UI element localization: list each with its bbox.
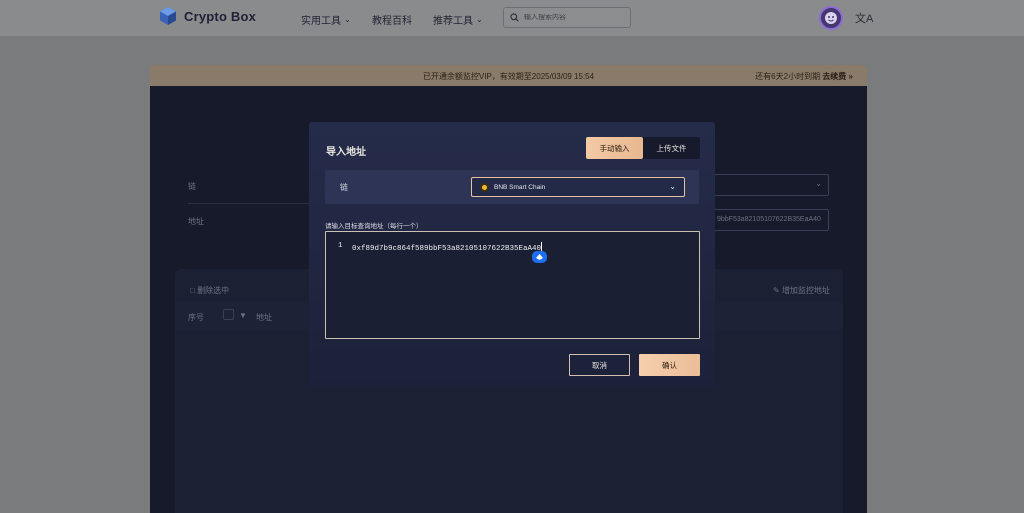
col-index: 序号: [188, 313, 204, 322]
bg-address-value: 9bbF53a82105107622B35EaA40: [717, 216, 821, 223]
address-textarea[interactable]: 1 0xf89d7b9c864f589bbF53a82105107622B35E…: [325, 231, 700, 339]
chain-select[interactable]: BNB Smart Chain ⌄: [471, 177, 685, 197]
assistant-badge-icon[interactable]: [532, 251, 547, 263]
line-number: 1: [338, 242, 343, 250]
address-line: 0xf89d7b9c864f589bbF53a82105107622B35EaA…: [352, 242, 543, 253]
search-input[interactable]: [524, 14, 624, 21]
top-nav: Crypto Box 实用工具 ⌄ 教程百科 推荐工具 ⌄ 文A: [0, 0, 1024, 36]
address-line-text: 0xf89d7b9c864f589bbF53a82105107622B35EaA…: [352, 245, 542, 253]
nav-item-label: 推荐工具: [433, 16, 473, 27]
chevron-down-icon: ⌄: [669, 182, 676, 191]
input-mode-tabs: 手动输入 上传文件: [586, 137, 700, 159]
select-all-checkbox[interactable]: [223, 309, 234, 320]
double-arrow-icon: »: [848, 72, 853, 81]
col-address: 地址: [256, 313, 272, 322]
caret-down-icon[interactable]: ▼: [239, 311, 247, 320]
nav-item-tutorials[interactable]: 教程百科: [372, 12, 412, 27]
chevron-down-icon: ⌄: [815, 179, 822, 188]
chevron-down-icon: ⌄: [344, 15, 351, 24]
logo-icon: [158, 6, 178, 26]
confirm-button[interactable]: 确认: [639, 354, 700, 376]
edit-icon: ✎: [773, 286, 780, 295]
logo[interactable]: Crypto Box: [158, 6, 256, 26]
divider: [188, 203, 318, 204]
bg-address-input[interactable]: 9bbF53a82105107622B35EaA40: [712, 209, 829, 231]
search-icon: [510, 11, 519, 25]
trash-icon: □: [190, 286, 195, 295]
vip-remaining: 还有6天2小时到期: [755, 72, 821, 81]
add-address-button[interactable]: ✎ 增加监控地址: [773, 285, 830, 296]
nav-item-tools[interactable]: 实用工具 ⌄: [301, 12, 351, 27]
avatar[interactable]: [819, 6, 843, 30]
renew-link[interactable]: 去续费: [822, 72, 846, 81]
text-caret: [541, 242, 543, 251]
chevron-down-icon: ⌄: [476, 15, 483, 24]
import-address-modal: 导入地址 手动输入 上传文件 链 BNB Smart Chain ⌄ 请输入目标…: [309, 122, 715, 388]
chain-row: 链 BNB Smart Chain ⌄: [325, 170, 699, 204]
tab-upload-file[interactable]: 上传文件: [643, 137, 700, 159]
search-box[interactable]: [503, 7, 631, 28]
user-avatar-icon: [825, 12, 837, 24]
modal-title: 导入地址: [326, 147, 366, 158]
language-icon[interactable]: 文A: [855, 10, 873, 26]
address-input-hint: 请输入目标查询地址（每行一个）: [325, 223, 423, 230]
vip-renew[interactable]: 还有6天2小时到期 去续费 »: [755, 71, 853, 82]
bnb-icon: [480, 182, 489, 192]
cancel-button[interactable]: 取消: [569, 354, 630, 376]
nav-item-label: 实用工具: [301, 16, 341, 27]
bg-chain-select[interactable]: ⌄: [712, 174, 829, 196]
add-label: 增加监控地址: [781, 286, 830, 295]
chain-label: 链: [340, 183, 348, 192]
nav-item-label: 教程百科: [372, 16, 412, 27]
delete-label: 删除选中: [197, 286, 230, 295]
bg-address-label: 地址: [188, 217, 204, 226]
tab-manual-input[interactable]: 手动输入: [586, 137, 643, 159]
bg-chain-label: 链: [188, 182, 196, 191]
vip-banner: 已开通余额监控VIP，有效期至2025/03/09 15:54 还有6天2小时到…: [150, 65, 867, 86]
app-name: Crypto Box: [184, 8, 257, 24]
nav-item-recommended[interactable]: 推荐工具 ⌄: [433, 12, 483, 27]
chain-selected-value: BNB Smart Chain: [494, 183, 546, 191]
delete-selected-button[interactable]: □ 删除选中: [190, 285, 229, 296]
